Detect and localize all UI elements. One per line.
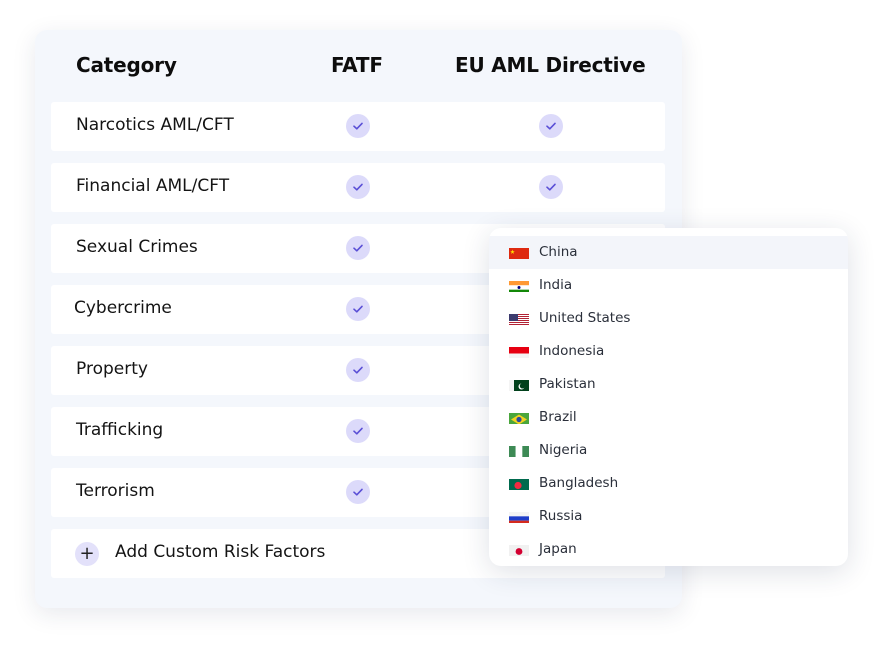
country-option-japan[interactable]: Japan [489, 533, 848, 566]
flag-japan-icon [509, 543, 529, 556]
table-row[interactable]: Narcotics AML/CFT [51, 102, 665, 151]
country-option-indonesia[interactable]: Indonesia [489, 335, 848, 368]
check-icon[interactable] [346, 480, 370, 504]
country-option-united-states[interactable]: United States [489, 302, 848, 335]
check-icon[interactable] [539, 175, 563, 199]
country-name: Russia [539, 508, 583, 524]
country-option-russia[interactable]: Russia [489, 500, 848, 533]
country-option-pakistan[interactable]: Pakistan [489, 368, 848, 401]
check-icon[interactable] [346, 419, 370, 443]
flag-bangladesh-icon [509, 477, 529, 490]
check-icon[interactable] [346, 358, 370, 382]
add-custom-risk-factors-label: Add Custom Risk Factors [115, 542, 326, 562]
check-icon[interactable] [346, 236, 370, 260]
check-icon[interactable] [346, 114, 370, 138]
table-header: Category FATF EU AML Directive [35, 30, 682, 100]
row-label: Trafficking [76, 420, 164, 440]
header-fatf: FATF [331, 53, 383, 77]
country-name: Indonesia [539, 343, 605, 359]
header-eu-aml-directive: EU AML Directive [455, 53, 646, 77]
header-category: Category [76, 53, 177, 77]
flag-china-icon [509, 246, 529, 259]
row-label: Cybercrime [74, 298, 172, 318]
country-option-nigeria[interactable]: Nigeria [489, 434, 848, 467]
country-name: Japan [539, 541, 577, 557]
country-name: Pakistan [539, 376, 596, 392]
check-icon[interactable] [539, 114, 563, 138]
plus-icon[interactable]: + [75, 542, 99, 566]
row-label: Terrorism [76, 481, 155, 501]
country-name: United States [539, 310, 631, 326]
row-label: Property [76, 359, 148, 379]
country-dropdown[interactable]: China India United States Indonesia Paki… [489, 228, 848, 566]
flag-brazil-icon [509, 411, 529, 424]
country-name: Nigeria [539, 442, 588, 458]
country-name: Bangladesh [539, 475, 619, 491]
row-label: Narcotics AML/CFT [76, 115, 234, 135]
row-label: Sexual Crimes [76, 237, 198, 257]
country-name: Brazil [539, 409, 577, 425]
check-icon[interactable] [346, 175, 370, 199]
row-label: Financial AML/CFT [76, 176, 230, 196]
table-row[interactable]: Financial AML/CFT [51, 163, 665, 212]
flag-russia-icon [509, 510, 529, 523]
country-option-brazil[interactable]: Brazil [489, 401, 848, 434]
flag-india-icon [509, 279, 529, 292]
country-option-india[interactable]: India [489, 269, 848, 302]
country-name: China [539, 244, 578, 260]
country-option-china[interactable]: China [489, 236, 848, 269]
check-icon[interactable] [346, 297, 370, 321]
flag-united-states-icon [509, 312, 529, 325]
country-option-bangladesh[interactable]: Bangladesh [489, 467, 848, 500]
flag-indonesia-icon [509, 345, 529, 358]
flag-pakistan-icon [509, 378, 529, 391]
country-name: India [539, 277, 573, 293]
flag-nigeria-icon [509, 444, 529, 457]
